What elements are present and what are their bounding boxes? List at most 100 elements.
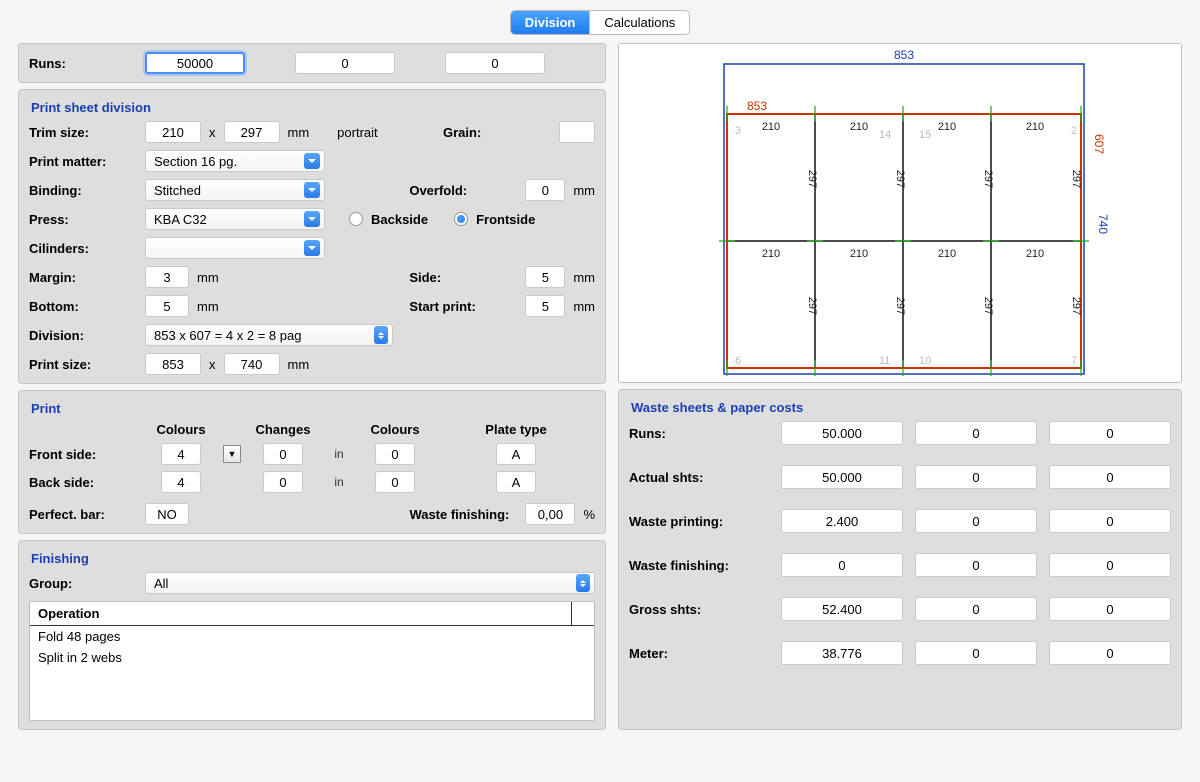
svg-text:853: 853 [747,99,767,113]
cilinders-select[interactable] [145,237,325,259]
svg-text:297: 297 [1070,170,1082,188]
h-colours2: Colours [359,422,431,437]
waste-row-label: Waste printing: [629,514,769,529]
margin-input[interactable] [145,266,189,288]
frontside-label: Frontside [476,212,535,227]
updown-icon [374,326,388,344]
waste-value: 0 [1049,509,1171,533]
trim-unit: mm [288,125,310,140]
back-colours[interactable] [161,471,201,493]
front-in: in [325,447,353,461]
wastefin-input[interactable] [525,503,575,525]
trim-height[interactable] [224,121,280,143]
trim-width[interactable] [145,121,201,143]
press-value: KBA C32 [154,212,207,227]
imposition-preview: 853 740 853 607 210 210 210 2 [618,43,1182,383]
waste-value: 0 [915,465,1037,489]
startprint-input[interactable] [525,295,565,317]
press-select[interactable]: KBA C32 [145,208,325,230]
chevron-down-icon [304,240,320,256]
svg-text:210: 210 [850,121,868,133]
bottom-input[interactable] [145,295,189,317]
svg-text:210: 210 [938,248,956,260]
perfect-input[interactable] [145,503,189,525]
binding-select[interactable]: Stitched [145,179,325,201]
back-colours2[interactable] [375,471,415,493]
backside-label: Backside [371,212,428,227]
front-colours[interactable] [161,443,201,465]
frontside-radio[interactable] [454,212,468,226]
svg-text:210: 210 [850,248,868,260]
wastefin-label: Waste finishing: [409,507,517,522]
h-plate: Plate type [471,422,561,437]
side-input[interactable] [525,266,565,288]
waste-value: 52.400 [781,597,903,621]
tab-division[interactable]: Division [511,11,591,34]
operation-head: Operation [30,602,594,626]
front-colours2[interactable] [375,443,415,465]
svg-text:7: 7 [1071,355,1077,367]
waste-row-label: Gross shts: [629,602,769,617]
svg-text:10: 10 [919,355,931,367]
runs-panel: Runs: [18,43,606,83]
psd-title: Print sheet division [31,100,595,115]
tab-segment: Division Calculations [510,10,690,35]
binding-label: Binding: [29,183,137,198]
back-in: in [325,475,353,489]
svg-text:297: 297 [982,297,994,315]
group-select[interactable]: All [145,572,595,594]
svg-text:297: 297 [1070,297,1082,315]
waste-value: 0 [1049,641,1171,665]
front-colours-dropdown[interactable]: ▼ [223,445,241,463]
frontside-row-label: Front side: [29,447,139,462]
matter-value: Section 16 pg. [154,154,237,169]
waste-value: 0 [1049,421,1171,445]
waste-row-label: Actual shts: [629,470,769,485]
waste-row-label: Meter: [629,646,769,661]
runs-input-3[interactable] [445,52,545,74]
operation-list[interactable]: Operation Fold 48 pages Split in 2 webs [29,601,595,721]
svg-text:210: 210 [762,121,780,133]
division-value: 853 x 607 = 4 x 2 = 8 pag [154,328,301,343]
printsize-w[interactable] [145,353,201,375]
back-changes[interactable] [263,471,303,493]
orientation-label: portrait [337,125,377,140]
operation-item[interactable]: Fold 48 pages [30,626,594,647]
grain-label: Grain: [443,125,551,140]
back-plate[interactable] [496,471,536,493]
x-sep2: x [209,357,216,372]
finishing-panel: Finishing Group: All Operation Fold 48 p… [18,540,606,730]
press-label: Press: [29,212,137,227]
waste-row-label: Runs: [629,426,769,441]
runs-label: Runs: [29,56,137,71]
svg-text:6: 6 [735,355,741,367]
backside-radio[interactable] [349,212,363,226]
waste-title: Waste sheets & paper costs [631,400,1171,415]
updown-icon [576,574,590,592]
runs-input-2[interactable] [295,52,395,74]
side-unit: mm [573,270,595,285]
grain-input[interactable] [559,121,595,143]
waste-value: 0 [781,553,903,577]
svg-text:297: 297 [894,297,906,315]
svg-text:297: 297 [806,297,818,315]
tab-calculations[interactable]: Calculations [590,11,689,34]
svg-text:15: 15 [919,129,931,141]
print-title: Print [31,401,595,416]
runs-input-1[interactable] [145,52,245,74]
svg-text:740: 740 [1096,214,1110,234]
svg-text:853: 853 [894,48,914,62]
front-plate[interactable] [496,443,536,465]
front-changes[interactable] [263,443,303,465]
operation-item[interactable]: Split in 2 webs [30,647,594,668]
printsize-h[interactable] [224,353,280,375]
waste-panel: Waste sheets & paper costs Runs:50.00000… [618,389,1182,730]
printsize-unit: mm [288,357,310,372]
overfold-input[interactable] [525,179,565,201]
waste-value: 0 [1049,597,1171,621]
side-label: Side: [409,270,517,285]
waste-value: 50.000 [781,421,903,445]
division-select[interactable]: 853 x 607 = 4 x 2 = 8 pag [145,324,393,346]
waste-value: 0 [915,597,1037,621]
matter-select[interactable]: Section 16 pg. [145,150,325,172]
